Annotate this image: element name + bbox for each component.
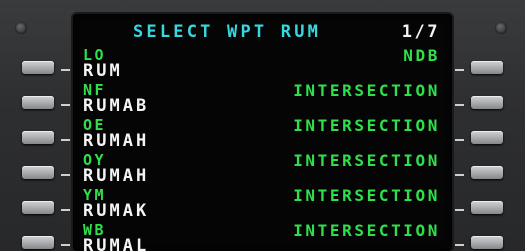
lsk-tick-2r	[455, 104, 464, 106]
cdu-bezel: SELECT WPT RUM 1/7 LO RUM NDB NF RUMAB I…	[0, 0, 525, 251]
lsk-tick-1l	[61, 69, 70, 71]
lsk-tick-5l	[61, 209, 70, 211]
lsk-tick-3l	[61, 139, 70, 141]
waypoint-type: INTERSECTION	[293, 221, 440, 240]
lsk-2l[interactable]	[22, 96, 54, 109]
waypoint-type: INTERSECTION	[293, 116, 440, 135]
lsk-6l[interactable]	[22, 236, 54, 249]
lsk-6r[interactable]	[471, 236, 503, 249]
waypoint-type: INTERSECTION	[293, 186, 440, 205]
lsk-3r[interactable]	[471, 131, 503, 144]
lsk-5l[interactable]	[22, 201, 54, 214]
waypoint-name: RUMAH	[83, 166, 150, 186]
lsk-tick-2l	[61, 104, 70, 106]
cdu-screen: SELECT WPT RUM 1/7 LO RUM NDB NF RUMAB I…	[73, 14, 452, 251]
lsk-tick-1r	[455, 69, 464, 71]
lsk-tick-4r	[455, 174, 464, 176]
waypoint-name: RUM	[83, 61, 123, 81]
page-title: SELECT WPT RUM	[133, 22, 322, 42]
lsk-tick-4l	[61, 174, 70, 176]
lsk-2r[interactable]	[471, 96, 503, 109]
waypoint-type: INTERSECTION	[293, 151, 440, 170]
lsk-tick-3r	[455, 139, 464, 141]
lsk-tick-5r	[455, 209, 464, 211]
lsk-tick-6l	[61, 244, 70, 246]
lsk-tick-6r	[455, 244, 464, 246]
bezel-screw-right	[495, 22, 507, 34]
waypoint-type: INTERSECTION	[293, 81, 440, 100]
waypoint-name: RUMAL	[83, 236, 150, 251]
lsk-5r[interactable]	[471, 201, 503, 214]
bezel-screw-left	[15, 22, 27, 34]
waypoint-row[interactable]: WB RUMAL INTERSECTION	[73, 223, 452, 251]
lsk-4r[interactable]	[471, 166, 503, 179]
page-number: 1/7	[401, 22, 440, 42]
lsk-1r[interactable]	[471, 61, 503, 74]
waypoint-name: RUMAK	[83, 201, 150, 221]
waypoint-type: NDB	[403, 46, 440, 65]
waypoint-name: RUMAB	[83, 96, 150, 116]
lsk-3l[interactable]	[22, 131, 54, 144]
waypoint-name: RUMAH	[83, 131, 150, 151]
lsk-1l[interactable]	[22, 61, 54, 74]
lsk-4l[interactable]	[22, 166, 54, 179]
